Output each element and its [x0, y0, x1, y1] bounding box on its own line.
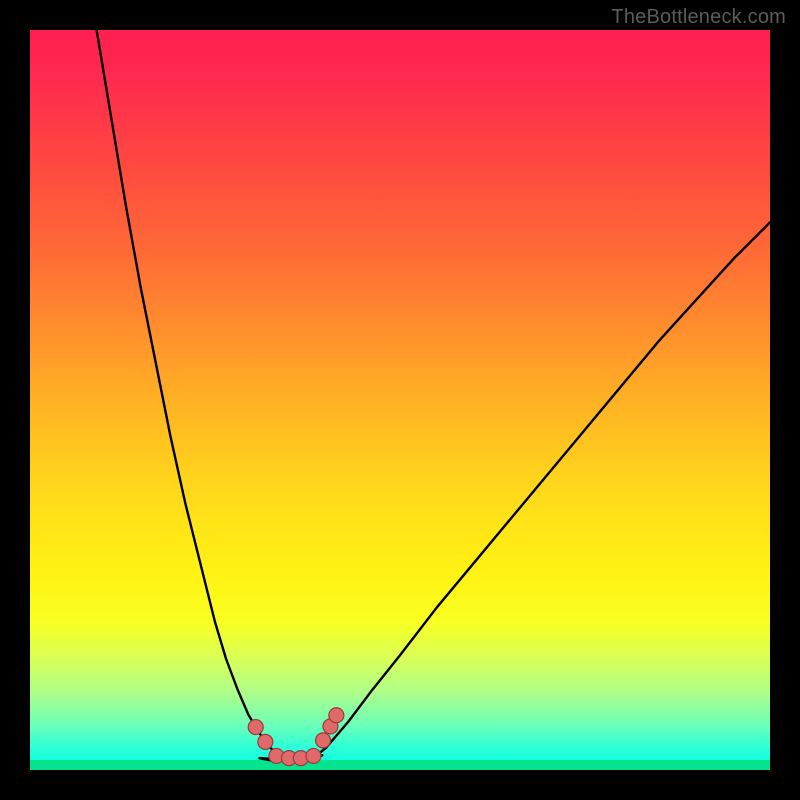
data-marker [258, 734, 273, 749]
bottleneck-curve [97, 30, 770, 761]
plot-area [30, 30, 770, 770]
data-marker [306, 748, 321, 763]
curve-layer [30, 30, 770, 770]
data-marker [248, 720, 263, 735]
data-marker [316, 733, 331, 748]
data-marker [329, 708, 344, 723]
watermark-text: TheBottleneck.com [611, 6, 786, 29]
chart-frame: TheBottleneck.com [0, 0, 800, 800]
